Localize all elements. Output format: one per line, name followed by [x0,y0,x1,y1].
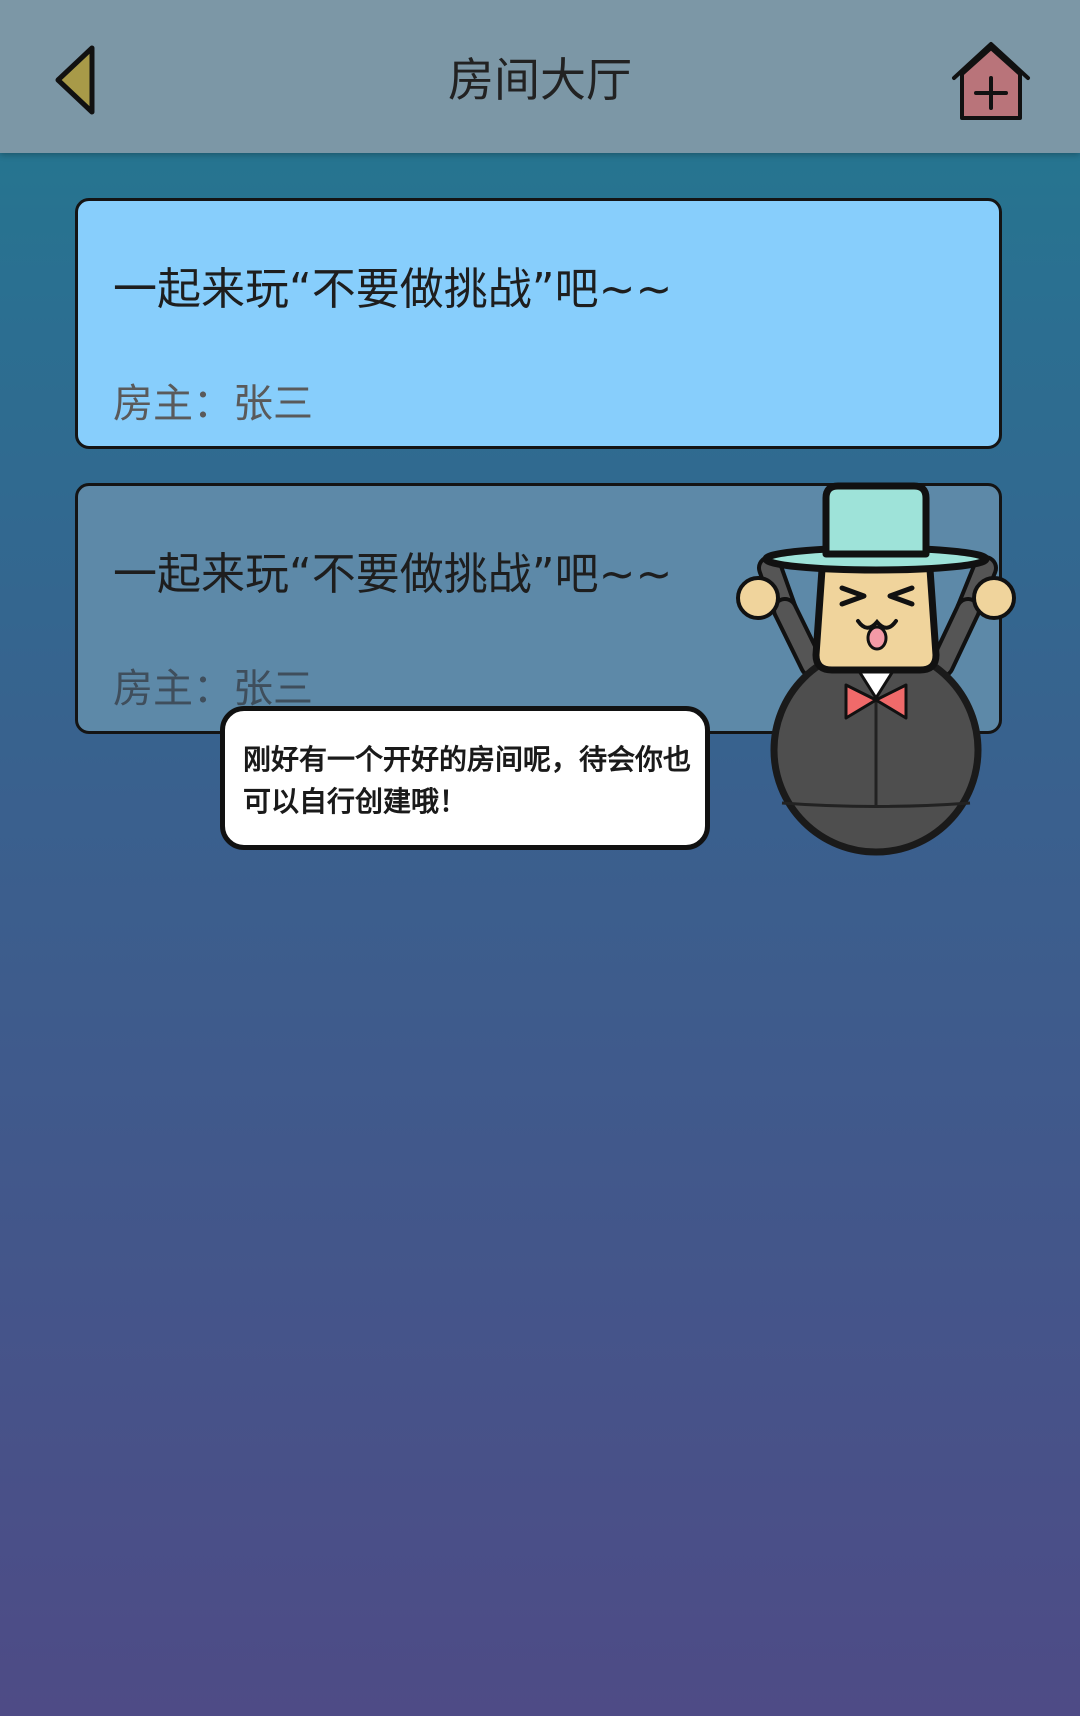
create-room-button[interactable] [950,38,1032,124]
back-button[interactable] [48,40,108,120]
back-triangle-icon [55,45,95,115]
page-title: 房间大厅 [448,53,632,107]
house-plus-icon [952,42,1030,120]
room-title: 一起来玩“不要做挑战”吧~~ [113,549,673,600]
room-card[interactable]: 一起来玩“不要做挑战”吧~~ 房主：张三 [75,198,1002,449]
room-owner: 房主：张三 [113,381,313,427]
speech-bubble: 刚好有一个开好的房间呢，待会你也可以自行创建哦！ [220,706,710,850]
mascot-illustration [736,482,1016,856]
top-bar: 房间大厅 [0,0,1080,153]
room-title: 一起来玩“不要做挑战”吧~~ [113,264,673,315]
mascot-character [730,480,1020,860]
